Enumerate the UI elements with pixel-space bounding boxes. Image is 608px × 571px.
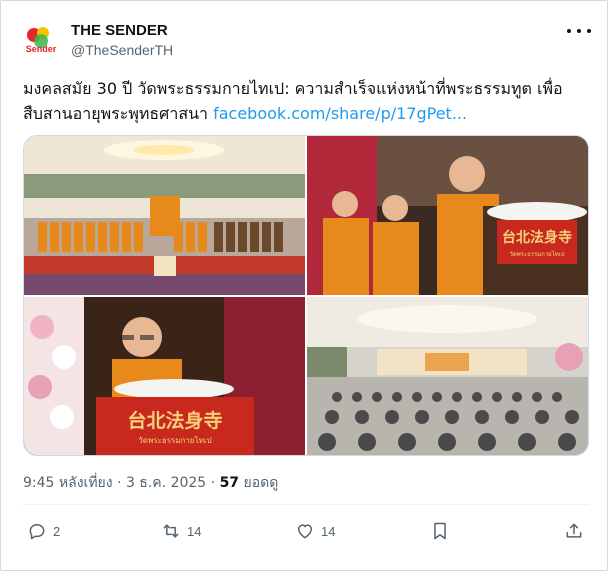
post-text-line-2: สืบสานอายุพระพุทธศาสนา [23,104,208,123]
tweet-time[interactable]: 9:45 หลังเที่ยง [23,475,113,491]
the-sender-logo-icon: Sender [21,21,61,61]
bookmark-button[interactable] [431,520,449,542]
meta-separator-2: · [210,475,216,491]
photo-4-audience-hall[interactable] [307,297,588,455]
podium-sign-thai-1: วัดพระธรรมกายไทเป [509,250,564,258]
repost-count: 14 [187,523,202,539]
bookmark-icon [434,522,446,540]
tweet-date[interactable]: 3 ธ.ค. 2025 [126,475,206,491]
photo-1-hall-ceremony[interactable] [24,136,305,295]
share-icon [566,523,582,538]
podium-sign-chinese-2: 台北法身寺 [127,409,222,432]
more-options-icon[interactable] [567,25,591,37]
reply-count: 2 [53,523,61,539]
heart-icon [298,524,312,539]
post-text-line-1: มงคลสมัย 30 ปี วัดพระธรรมกายไทเป: ความสำ… [23,79,563,98]
author-handle[interactable]: @TheSenderTH [71,42,173,58]
views-label: ยอดดู [243,475,279,491]
meta-separator-1: · [117,475,122,491]
reply-button[interactable]: 2 [27,520,60,542]
divider [23,504,589,505]
like-count: 14 [321,523,336,539]
views-count: 57 [219,475,240,491]
tweet-card: Sender THE SENDER @TheSenderTH มงคลสมัย … [0,0,608,571]
post-text: มงคลสมัย 30 ปี วัดพระธรรมกายไทเป: ความสำ… [23,76,589,126]
repost-button[interactable]: 14 [161,520,201,542]
avatar[interactable]: Sender [21,21,61,61]
post-link[interactable]: facebook.com/share/p/17gPet... [213,104,467,123]
share-button[interactable] [564,520,584,542]
repost-icon [163,524,179,538]
author-name[interactable]: THE SENDER [71,22,168,39]
media-grid: 台北法身寺 วัดพระธรรมกายไทเป 台北法身寺 วัดพระธรรม… [23,135,589,456]
like-button[interactable]: 14 [295,520,335,542]
photo-3-speaking-monk[interactable]: 台北法身寺 วัดพระธรรมกายไทเป [24,297,305,455]
tweet-meta: 9:45 หลังเที่ยง · 3 ธ.ค. 2025 · 57 ยอดดู [23,472,278,494]
podium-sign-thai-2: วัดพระธรรมกายไทเป [138,436,211,445]
reply-icon [29,524,45,540]
podium-sign-chinese-1: 台北法身寺 [502,229,572,246]
avatar-logo-text: Sender [26,44,57,54]
photo-2-monks-at-podium[interactable]: 台北法身寺 วัดพระธรรมกายไทเป [307,136,588,295]
